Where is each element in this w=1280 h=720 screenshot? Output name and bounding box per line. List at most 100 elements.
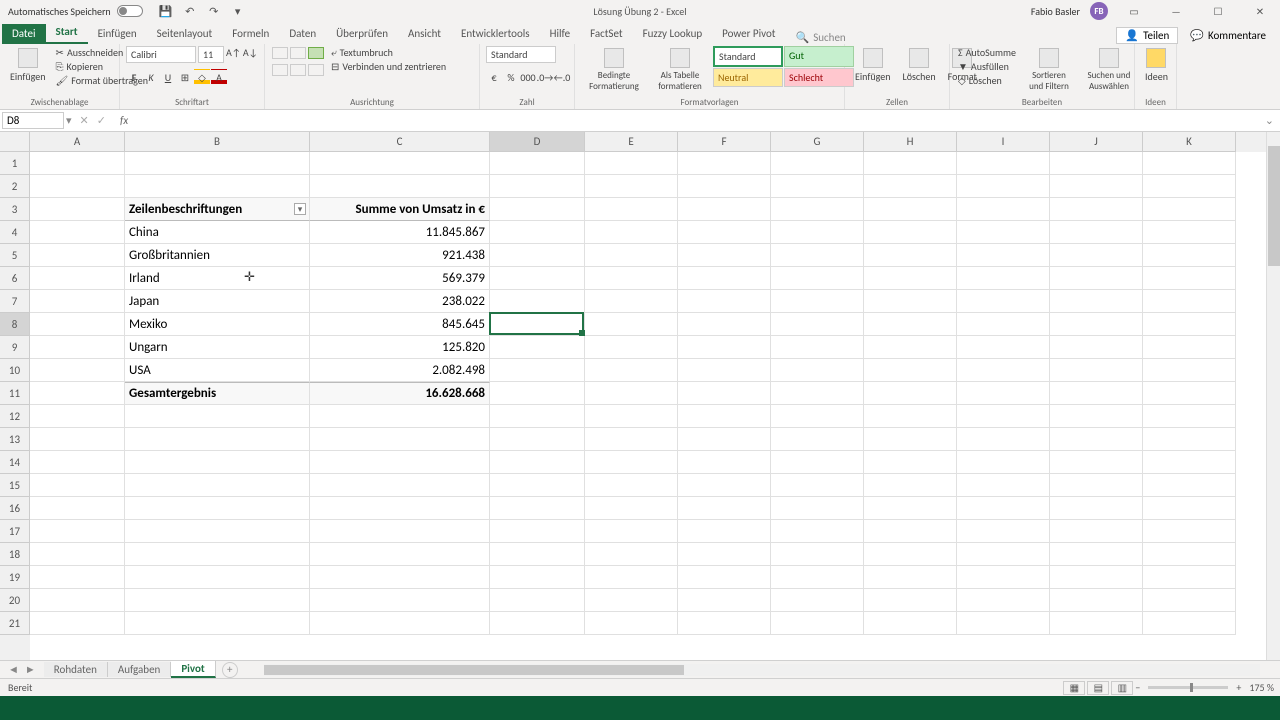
cell[interactable] (30, 359, 125, 382)
cell[interactable] (864, 290, 957, 313)
zoom-in-icon[interactable]: + (1236, 681, 1241, 694)
cell[interactable] (585, 313, 678, 336)
row-header-16[interactable]: 16 (0, 497, 30, 520)
tab-formulas[interactable]: Formeln (222, 24, 279, 44)
cell[interactable] (1050, 451, 1143, 474)
cell[interactable] (771, 612, 864, 635)
font-name-select[interactable]: Calibri (126, 46, 196, 63)
name-box[interactable]: D8 (2, 112, 64, 129)
cell[interactable] (1050, 359, 1143, 382)
paste-button[interactable]: Einfügen (6, 46, 50, 85)
cell[interactable] (957, 336, 1050, 359)
cell[interactable] (585, 336, 678, 359)
cell[interactable] (30, 382, 125, 405)
avatar[interactable]: FB (1090, 2, 1108, 20)
row-header-15[interactable]: 15 (0, 474, 30, 497)
cell[interactable] (678, 267, 771, 290)
cell[interactable] (957, 175, 1050, 198)
row-header-20[interactable]: 20 (0, 589, 30, 612)
tab-start[interactable]: Start (46, 22, 88, 44)
prev-sheet-icon[interactable]: ◄ (8, 663, 19, 676)
cell[interactable] (125, 175, 310, 198)
find-select-button[interactable]: Suchen und Auswählen (1080, 46, 1138, 94)
cell[interactable] (771, 497, 864, 520)
sheet-tab-rohdaten[interactable]: Rohdaten (44, 662, 108, 677)
cell[interactable]: Japan (125, 290, 310, 313)
cell[interactable] (310, 612, 490, 635)
cell[interactable] (585, 405, 678, 428)
cell[interactable] (490, 313, 585, 336)
cell[interactable] (490, 520, 585, 543)
row-header-2[interactable]: 2 (0, 175, 30, 198)
cell[interactable] (1050, 267, 1143, 290)
cell[interactable]: Gesamtergebnis (125, 382, 310, 405)
align-ctr[interactable] (290, 64, 306, 76)
cell[interactable] (490, 382, 585, 405)
comma-icon[interactable]: 000 (520, 69, 536, 85)
cell[interactable] (1050, 221, 1143, 244)
cell[interactable] (585, 474, 678, 497)
align-bot[interactable] (308, 47, 324, 59)
save-icon[interactable]: 💾 (159, 4, 173, 18)
cell[interactable] (678, 474, 771, 497)
cell[interactable] (585, 589, 678, 612)
cell[interactable] (310, 520, 490, 543)
cell[interactable] (957, 290, 1050, 313)
cell[interactable] (678, 428, 771, 451)
cell[interactable] (957, 382, 1050, 405)
cell[interactable] (1050, 152, 1143, 175)
cell[interactable] (1050, 198, 1143, 221)
cell[interactable] (957, 313, 1050, 336)
add-sheet-button[interactable]: + (222, 662, 238, 678)
cell[interactable] (490, 244, 585, 267)
cell[interactable]: Großbritannien (125, 244, 310, 267)
cell[interactable] (125, 428, 310, 451)
cell[interactable] (310, 152, 490, 175)
cell[interactable] (678, 336, 771, 359)
cell[interactable] (1143, 497, 1236, 520)
cell[interactable] (1143, 290, 1236, 313)
number-format-select[interactable]: Standard (486, 46, 556, 63)
scroll-thumb[interactable] (1268, 146, 1280, 266)
cell[interactable] (585, 244, 678, 267)
cell[interactable] (490, 290, 585, 313)
enter-formula-icon[interactable]: ✓ (97, 114, 106, 127)
cell[interactable] (1050, 428, 1143, 451)
cell[interactable] (125, 474, 310, 497)
cell[interactable] (310, 451, 490, 474)
as-table-button[interactable]: Als Tabelle formatieren (651, 46, 709, 94)
cell[interactable] (585, 612, 678, 635)
cell[interactable]: 16.628.668 (310, 382, 490, 405)
row-header-5[interactable]: 5 (0, 244, 30, 267)
font-color-icon[interactable]: A (211, 69, 227, 85)
cell[interactable] (678, 543, 771, 566)
tab-factset[interactable]: FactSet (580, 24, 633, 44)
cell[interactable] (490, 175, 585, 198)
cell[interactable] (1050, 290, 1143, 313)
cell[interactable]: China (125, 221, 310, 244)
cell[interactable] (585, 428, 678, 451)
tab-devtools[interactable]: Entwicklertools (451, 24, 540, 44)
cell[interactable] (957, 267, 1050, 290)
cell[interactable] (1050, 313, 1143, 336)
row-header-13[interactable]: 13 (0, 428, 30, 451)
cell[interactable] (310, 589, 490, 612)
pivot-filter-icon[interactable]: ▾ (294, 203, 306, 215)
cell[interactable] (490, 267, 585, 290)
cell[interactable] (864, 612, 957, 635)
worksheet-grid[interactable]: ABCDEFGHIJK 1234567891011121314151617181… (0, 132, 1280, 660)
decrease-font-icon[interactable]: A↓ (243, 46, 258, 63)
cell[interactable] (1050, 543, 1143, 566)
ideas-button[interactable]: Ideen (1141, 46, 1172, 85)
cell[interactable] (957, 152, 1050, 175)
cell[interactable] (585, 359, 678, 382)
cell[interactable] (864, 244, 957, 267)
cell[interactable] (30, 152, 125, 175)
sheet-tab-pivot[interactable]: Pivot (171, 661, 215, 678)
cell[interactable] (771, 520, 864, 543)
cell[interactable] (30, 612, 125, 635)
cell[interactable] (490, 612, 585, 635)
minimize-icon[interactable]: — (1160, 0, 1192, 22)
cell[interactable] (1143, 221, 1236, 244)
cell[interactable] (585, 221, 678, 244)
